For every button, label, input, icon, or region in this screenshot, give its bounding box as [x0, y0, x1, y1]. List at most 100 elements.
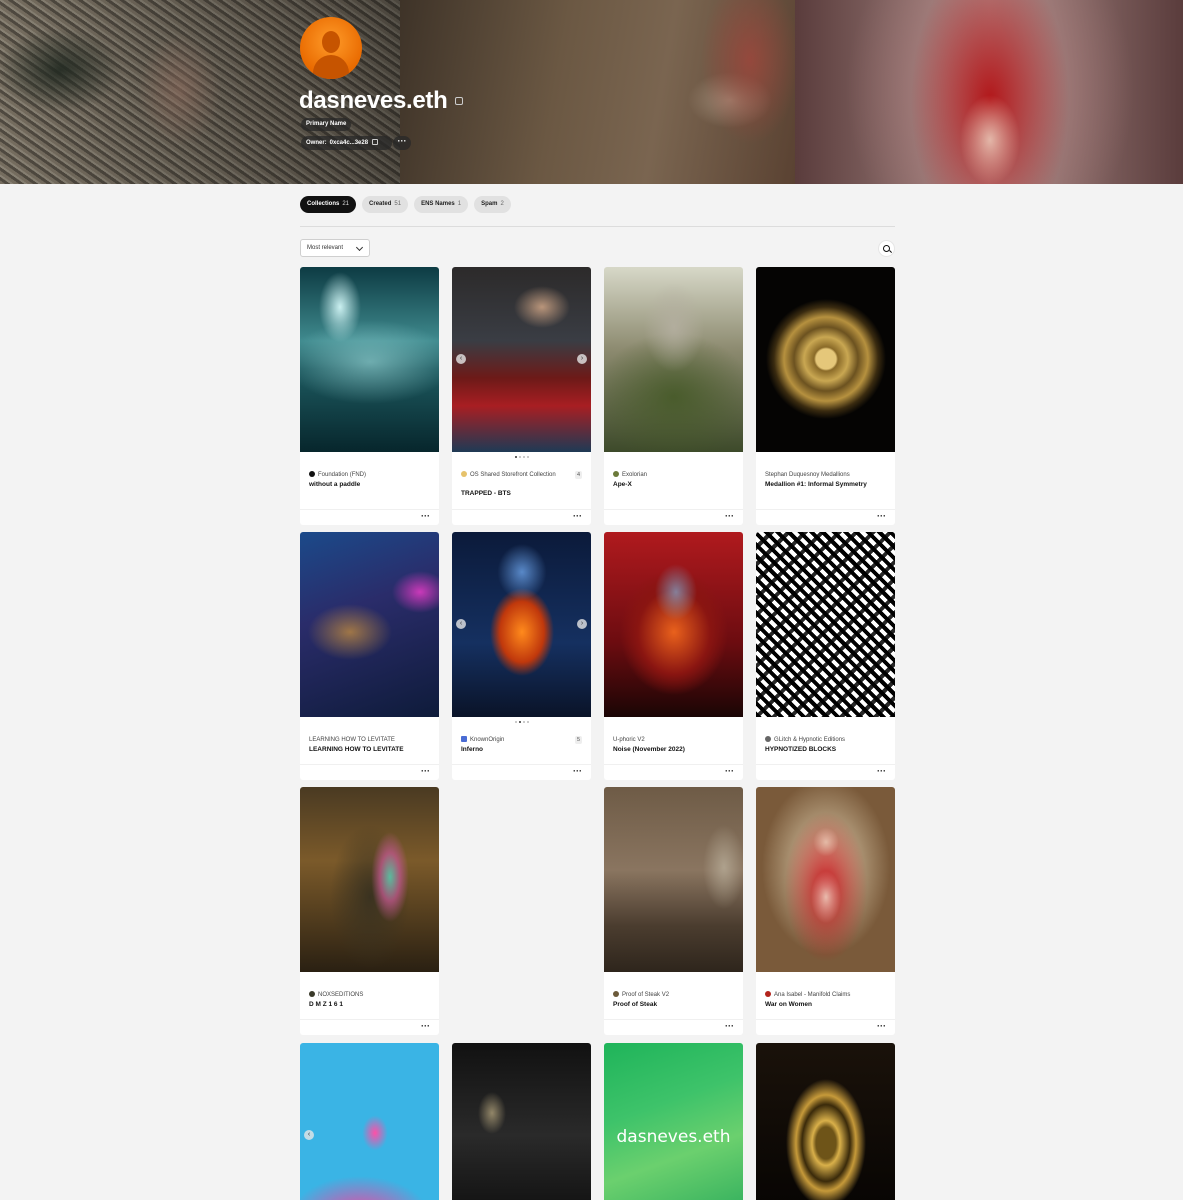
tab-label: Created: [369, 201, 392, 207]
more-options-button[interactable]: ···: [725, 1022, 734, 1031]
nft-card[interactable]: Proof of Steak V2 Proof of Steak ···: [604, 787, 743, 1035]
tab-collections[interactable]: Collections 21: [300, 196, 357, 213]
more-options-button[interactable]: ···: [877, 1022, 886, 1031]
nft-card[interactable]: Exolorian Ape-X ···: [604, 267, 743, 525]
more-options-button[interactable]: ···: [573, 767, 582, 776]
profile-more-button[interactable]: ···: [393, 136, 411, 150]
collection-name[interactable]: GLitch & Hypnotic Editions: [765, 736, 875, 745]
collection-logo-icon: [613, 471, 619, 477]
nft-image: [604, 787, 743, 972]
chevron-down-icon: [355, 243, 364, 252]
more-options-button[interactable]: ···: [725, 512, 734, 521]
sort-select[interactable]: Most relevant: [300, 239, 370, 257]
nft-title: War on Women: [765, 1001, 812, 1008]
nft-card[interactable]: [756, 1043, 895, 1200]
more-options-button[interactable]: ···: [877, 512, 886, 521]
tab-count: 1: [457, 201, 462, 207]
collection-name[interactable]: Stephan Duquesnoy Medallions: [765, 471, 875, 480]
collection-logo-icon: [309, 991, 315, 997]
nft-image: [452, 1043, 591, 1200]
nft-card[interactable]: GLitch & Hypnotic Editions HYPNOTIZED BL…: [756, 532, 895, 780]
nft-title: Noise (November 2022): [613, 746, 685, 753]
quantity-badge: 4: [574, 471, 582, 479]
prev-arrow-icon[interactable]: ‹: [456, 354, 466, 364]
collection-name[interactable]: U-phoric V2: [613, 736, 723, 745]
nft-title: HYPNOTIZED BLOCKS: [765, 746, 837, 753]
profile-tabs: Collections 21 Created 51 ENS Names 1 Spam 2: [300, 196, 511, 213]
profile-banner: dasneves.eth Primary Name Owner: 0xca4c..…: [0, 0, 1183, 184]
nft-image: ‹ ›: [452, 267, 591, 452]
nft-card[interactable]: ‹ › OS Shared Storefront Collection 4 TR…: [452, 267, 591, 525]
nft-image: [300, 532, 439, 717]
tab-created[interactable]: Created 51: [362, 196, 409, 213]
carousel-dots: [452, 721, 591, 723]
collection-name[interactable]: Proof of Steak V2: [613, 991, 723, 1000]
nft-title: Inferno: [461, 746, 484, 753]
tab-ens-names[interactable]: ENS Names 1: [414, 196, 469, 213]
nft-image: dasneves.eth: [604, 1043, 743, 1200]
prev-arrow-icon[interactable]: ‹: [304, 1130, 314, 1140]
collection-name[interactable]: NOXSEDITIONS: [309, 991, 419, 1000]
nft-card[interactable]: ‹: [300, 1043, 439, 1200]
prev-arrow-icon[interactable]: ‹: [456, 619, 466, 629]
tab-label: Spam: [481, 201, 498, 207]
nft-card[interactable]: [452, 1043, 591, 1200]
more-options-button[interactable]: ···: [421, 1022, 430, 1031]
nft-image: [604, 267, 743, 452]
profile-name: dasneves.eth: [299, 87, 448, 114]
collection-name[interactable]: Ana Isabel - Manifold Claims: [765, 991, 875, 1000]
nft-title: Proof of Steak: [613, 1001, 658, 1008]
nft-title: D M Z 1 6 1: [309, 1001, 343, 1008]
nft-title: LEARNING HOW TO LEVITATE: [309, 746, 404, 753]
nft-image: ‹ ›: [452, 532, 591, 717]
nft-image: [756, 787, 895, 972]
owner-address-pill[interactable]: Owner: 0xca4c...3e28: [301, 136, 393, 150]
owner-address: 0xca4c...3e28: [329, 140, 369, 146]
collection-name[interactable]: Foundation (FND): [309, 471, 419, 480]
nft-card[interactable]: Stephan Duquesnoy Medallions Medallion #…: [756, 267, 895, 525]
nft-card[interactable]: LEARNING HOW TO LEVITATE LEARNING HOW TO…: [300, 532, 439, 780]
more-options-button[interactable]: ···: [573, 512, 582, 521]
nft-image: [756, 1043, 895, 1200]
tabs-divider: [300, 226, 895, 227]
collection-logo-icon: [461, 471, 467, 477]
nft-card[interactable]: Ana Isabel - Manifold Claims War on Wome…: [756, 787, 895, 1035]
tab-label: ENS Names: [421, 201, 455, 207]
more-options-button[interactable]: ···: [877, 767, 886, 776]
collection-name[interactable]: OS Shared Storefront Collection: [461, 471, 565, 480]
ens-name-art-text: dasneves.eth: [616, 1127, 731, 1147]
owner-label: Owner:: [306, 140, 327, 146]
tab-label: Collections: [307, 201, 340, 207]
nft-title: Medallion #1: Informal Symmetry: [765, 481, 867, 488]
collection-logo-icon: [309, 471, 315, 477]
tab-count: 21: [342, 201, 350, 207]
banner-image-3: [795, 0, 1183, 184]
copy-address-icon[interactable]: [372, 139, 379, 145]
tab-spam[interactable]: Spam 2: [474, 196, 511, 213]
quantity-badge: 5: [574, 736, 582, 744]
primary-name-badge: Primary Name: [301, 118, 352, 131]
more-options-button[interactable]: ···: [421, 767, 430, 776]
nft-title: without a paddle: [309, 481, 361, 488]
tab-count: 2: [500, 201, 504, 207]
nft-card[interactable]: Foundation (FND) without a paddle ···: [300, 267, 439, 525]
nft-image: [604, 532, 743, 717]
banner-image-2: [400, 0, 795, 184]
nft-card[interactable]: dasneves.eth: [604, 1043, 743, 1200]
next-arrow-icon[interactable]: ›: [577, 619, 587, 629]
search-button[interactable]: [878, 240, 895, 257]
collection-name[interactable]: KnownOrigin: [461, 736, 565, 745]
nft-card[interactable]: ‹ › KnownOrigin 5 Inferno ···: [452, 532, 591, 780]
next-arrow-icon[interactable]: ›: [577, 354, 587, 364]
collection-logo-icon: [613, 991, 619, 997]
more-options-button[interactable]: ···: [421, 512, 430, 521]
nft-image: [756, 267, 895, 452]
avatar: [300, 17, 362, 79]
copy-icon[interactable]: [455, 97, 463, 105]
nft-card[interactable]: NOXSEDITIONS D M Z 1 6 1 ···: [300, 787, 439, 1035]
more-options-button[interactable]: ···: [725, 767, 734, 776]
nft-card[interactable]: U-phoric V2 Noise (November 2022) ···: [604, 532, 743, 780]
collection-logo-icon: [461, 736, 467, 742]
collection-name[interactable]: LEARNING HOW TO LEVITATE: [309, 736, 419, 745]
collection-name[interactable]: Exolorian: [613, 471, 723, 480]
